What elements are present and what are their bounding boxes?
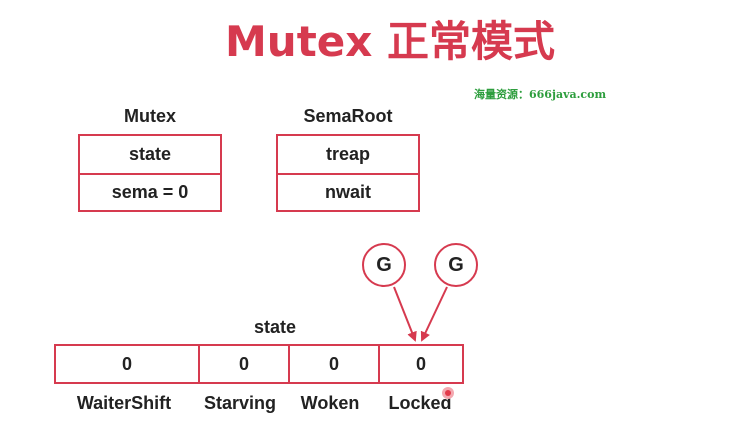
bit-label-starving: Starving <box>203 393 277 413</box>
bit-cell-woken: 0 <box>288 346 378 382</box>
bit-cell-starving: 0 <box>198 346 288 382</box>
bit-cell-waitershift: 0 <box>121 353 132 374</box>
arrow-g2-to-locked <box>420 286 448 342</box>
goroutine-node-1: G <box>362 243 406 287</box>
state-bitfield: 0 0 0 0 <box>54 344 464 384</box>
goroutine-node-2: G <box>434 243 478 287</box>
bit-label-woken: Woken <box>300 393 360 413</box>
pointer-cursor <box>442 387 454 399</box>
state-bar-title: state <box>253 317 297 337</box>
bit-label-waitershift: WaiterShift <box>76 393 172 413</box>
arrow-g1-to-locked <box>393 286 417 342</box>
slide: Mutex 正常模式 海量资源：666java.com Mutex state … <box>0 0 743 435</box>
bit-cell-locked: 0 <box>378 346 462 382</box>
